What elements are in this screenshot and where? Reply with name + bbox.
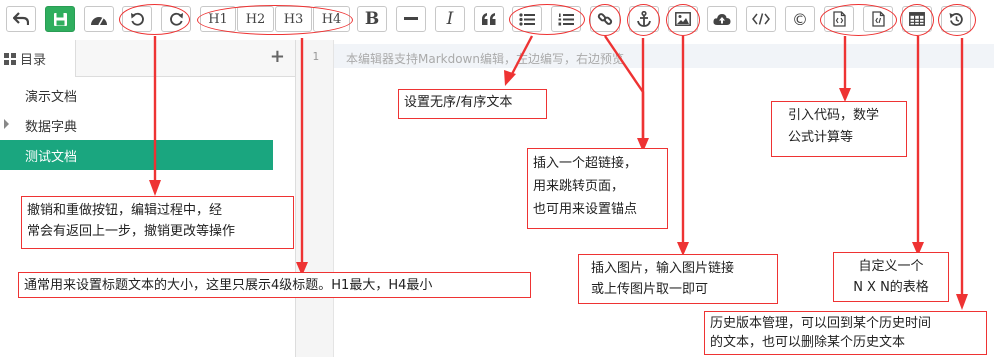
sidebar-item-label: 演示文档 [25,89,78,105]
tab-toc-label: 目录 [20,53,47,68]
headings-annotation-text: 通常用来设置标题文本的大小，这里只展示4级标题。H1最大，H4最小 [24,278,433,293]
numbered-list-icon [558,13,574,25]
history-annotation-line: 历史版本管理，可以回到某个历史时间 [710,316,932,331]
table-annotation-line: N X N的表格 [853,280,929,295]
lists-annotation-text: 设置无序/有序文本 [404,95,513,110]
code-annotation-line: 引入代码，数学 [788,108,880,123]
line-number: 1 [312,50,319,63]
code-file-icon [832,11,846,27]
undo-annotation-line: 撤销和重做按钮，编辑过程中，经 [27,203,223,218]
table-annotation-line: 自定义一个 [858,259,924,274]
anchor-icon [637,11,651,27]
bullet-list-icon [519,12,535,26]
image-button[interactable] [668,6,698,32]
table-button[interactable] [902,6,932,32]
history-icon [949,12,963,26]
upload-button[interactable] [707,6,737,32]
bold-button[interactable]: B [357,6,387,32]
blockquote-button[interactable] [474,6,504,32]
line-number-gutter: 1 [296,40,334,357]
copyright-button[interactable]: © [785,6,815,32]
history-annotation: 历史版本管理，可以回到某个历史时间 的文本，也可以删除某个历史文本 [704,311,987,355]
sidebar-item-label: 数据字典 [25,119,78,135]
link-annotation-line: 用来跳转页面， [533,179,625,194]
formula-file-icon [871,11,885,27]
heading-h2-button[interactable]: H2 [237,6,274,32]
sidebar-item-data-dictionary[interactable]: 数据字典 [0,110,273,140]
ordered-list-button[interactable] [551,6,581,32]
table-grid-icon [909,12,925,26]
link-annotation-line: 也可用来设置锚点 [533,202,638,217]
image-annotation: 插入图片，输入图片链接 或上传图片取一即可 [578,254,778,304]
editor-toolbar: H1 H2 H3 H4 B I © [0,0,994,40]
link-button[interactable] [590,6,620,32]
horizontal-rule-button[interactable] [396,6,426,32]
heading-h3-button[interactable]: H3 [275,6,312,32]
link-annotation-line: 插入一个超链接， [533,156,638,171]
headings-annotation: 通常用来设置标题文本的大小，这里只展示4级标题。H1最大，H4最小 [18,272,531,298]
math-formula-button[interactable] [863,6,893,32]
code-icon [752,13,770,25]
history-annotation-line: 的文本，也可以删除某个历史文本 [710,335,906,350]
horizontal-rule-icon [404,17,418,20]
cloud-upload-icon [713,13,731,25]
chain-link-icon [597,13,613,25]
sidebar-item-test-doc[interactable]: 测试文档 [0,140,273,170]
history-button[interactable] [941,6,971,32]
link-annotation: 插入一个超链接， 用来跳转页面， 也可用来设置锚点 [527,148,668,229]
grid-icon [4,52,16,65]
floppy-disk-icon [53,12,67,26]
dashboard-button[interactable] [84,6,114,32]
unordered-list-button[interactable] [512,6,542,32]
back-button[interactable] [6,6,36,32]
dashboard-gauge-icon [91,16,107,25]
redo-button[interactable] [161,6,191,32]
undo-button[interactable] [122,6,152,32]
undo-icon [130,12,144,26]
anchor-button[interactable] [629,6,659,32]
code-annotation-line: 公式计算等 [788,130,854,145]
sidebar-item-label: 测试文档 [25,149,78,165]
code-annotation: 引入代码，数学 公式计算等 [771,101,907,157]
add-document-icon[interactable]: + [270,48,285,66]
italic-button[interactable]: I [435,6,465,32]
code-block-button[interactable] [824,6,854,32]
tab-toc[interactable]: 目录 [0,40,76,77]
undo-annotation-line: 常会有返回上一步，撤销更改等操作 [27,224,236,239]
table-annotation: 自定义一个 N X N的表格 [833,252,949,302]
save-button[interactable] [45,6,75,32]
quote-icon [482,13,496,25]
image-annotation-line: 或上传图片取一即可 [591,282,709,297]
sidebar-item-demo-doc[interactable]: 演示文档 [0,80,273,110]
redo-icon [169,12,183,26]
editor-placeholder: 本编辑器支持Markdown编辑，左边编写，右边预览 [346,52,624,66]
undo-redo-annotation: 撤销和重做按钮，编辑过程中，经 常会有返回上一步，撤销更改等操作 [21,196,294,249]
lists-annotation: 设置无序/有序文本 [398,89,547,119]
caret-right-icon[interactable] [4,119,9,129]
image-annotation-line: 插入图片，输入图片链接 [591,261,735,276]
heading-h1-button[interactable]: H1 [200,6,236,32]
heading-h4-button[interactable]: H4 [313,6,350,32]
inline-code-button[interactable] [746,6,776,32]
image-icon [675,12,691,26]
back-arrow-icon [13,12,29,25]
sidebar-header: 目录 + [0,40,295,77]
